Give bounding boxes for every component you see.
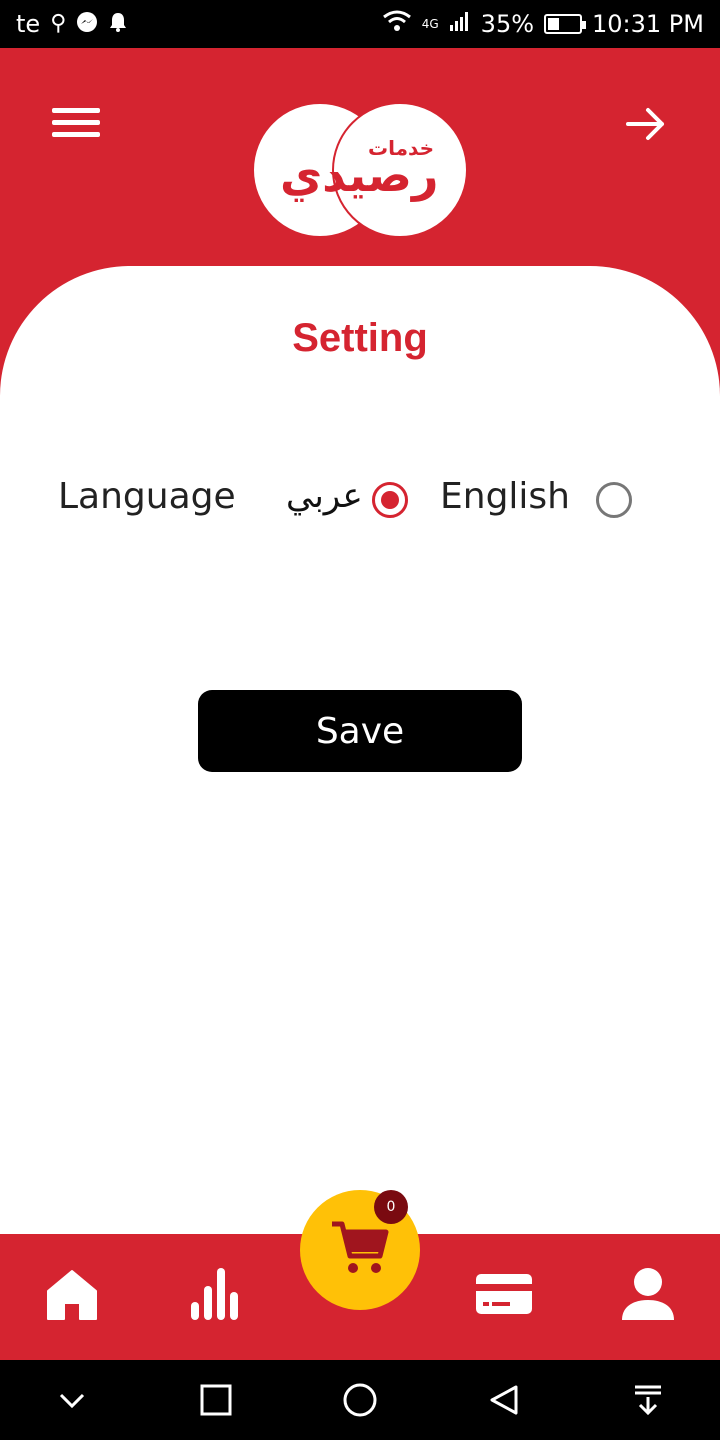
clock: 10:31 PM (592, 10, 704, 38)
wifi-icon (382, 9, 412, 39)
user-icon[interactable] (618, 1264, 678, 1324)
arabic-radio[interactable] (372, 482, 408, 518)
arrow-right-icon[interactable] (622, 100, 670, 148)
status-bar: te ⚲ 4G 35% 10:31 PM (0, 0, 720, 48)
status-right: 4G 35% 10:31 PM (382, 9, 704, 39)
home-icon[interactable] (42, 1264, 102, 1324)
save-button[interactable]: Save (198, 690, 522, 772)
signal-icon (449, 10, 471, 38)
cart-icon (330, 1218, 390, 1282)
card-icon[interactable] (474, 1264, 534, 1324)
english-option-label[interactable]: English (440, 476, 570, 517)
arabic-option-label[interactable]: عربي (286, 476, 363, 516)
usb-icon: ⚲ (50, 11, 67, 36)
notification-bell-icon (108, 11, 128, 38)
logo-main-text: رصيدي (280, 148, 439, 202)
battery-fill (548, 18, 560, 30)
cart-count-badge: 0 (374, 1190, 408, 1224)
hamburger-menu-icon[interactable] (52, 108, 100, 142)
language-label: Language (58, 476, 236, 517)
messenger-icon (76, 11, 98, 38)
stats-icon[interactable] (186, 1264, 246, 1324)
carrier-text: te (16, 10, 41, 38)
battery-percent: 35% (480, 10, 535, 38)
status-left: te ⚲ (16, 10, 128, 38)
battery-icon (544, 14, 587, 34)
chevron-down-icon[interactable] (42, 1370, 102, 1430)
network-type: 4G (421, 17, 439, 31)
english-radio[interactable] (596, 482, 632, 518)
recent-apps-icon[interactable] (186, 1370, 246, 1430)
notification-pull-down-icon[interactable] (618, 1370, 678, 1430)
home-circle-icon[interactable] (330, 1370, 390, 1430)
back-triangle-icon[interactable] (474, 1370, 534, 1430)
language-setting-row: Language عربي English (0, 468, 720, 532)
system-nav-bar (0, 1360, 720, 1440)
app-logo: خدمات رصيدي (252, 102, 468, 240)
page-title: Setting (292, 316, 428, 360)
